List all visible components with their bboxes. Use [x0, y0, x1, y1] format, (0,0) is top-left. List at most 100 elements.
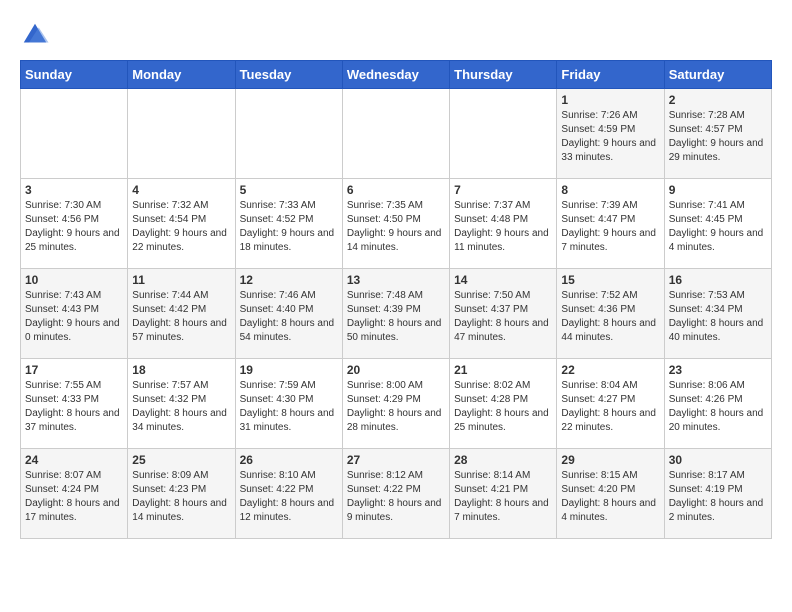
calendar-cell: 20 Sunrise: 8:00 AM Sunset: 4:29 PM Dayli… — [342, 359, 449, 449]
day-info: Sunrise: 7:35 AM Sunset: 4:50 PM Dayligh… — [347, 199, 445, 255]
day-number: 10 — [25, 273, 123, 287]
calendar-cell: 16 Sunrise: 7:53 AM Sunset: 4:34 PM Dayli… — [664, 269, 771, 359]
day-info: Sunrise: 8:10 AM Sunset: 4:22 PM Dayligh… — [240, 469, 338, 525]
calendar-cell: 10 Sunrise: 7:43 AM Sunset: 4:43 PM Dayli… — [21, 269, 128, 359]
calendar-week-4: 17 Sunrise: 7:55 AM Sunset: 4:33 PM Dayli… — [21, 359, 772, 449]
calendar-cell: 25 Sunrise: 8:09 AM Sunset: 4:23 PM Dayli… — [128, 449, 235, 539]
day-number: 8 — [561, 183, 659, 197]
calendar-week-3: 10 Sunrise: 7:43 AM Sunset: 4:43 PM Dayli… — [21, 269, 772, 359]
day-number: 14 — [454, 273, 552, 287]
calendar-cell: 2 Sunrise: 7:28 AM Sunset: 4:57 PM Daylig… — [664, 89, 771, 179]
calendar-cell: 11Sunrise: 7:44 AM Sunset: 4:42 PM Dayli… — [128, 269, 235, 359]
day-info: Sunrise: 8:09 AM Sunset: 4:23 PM Dayligh… — [132, 469, 230, 525]
calendar-cell: 29 Sunrise: 8:15 AM Sunset: 4:20 PM Dayli… — [557, 449, 664, 539]
day-info: Sunrise: 8:07 AM Sunset: 4:24 PM Dayligh… — [25, 469, 123, 525]
calendar-cell: 18Sunrise: 7:57 AM Sunset: 4:32 PM Dayli… — [128, 359, 235, 449]
day-number: 26 — [240, 453, 338, 467]
day-number: 19 — [240, 363, 338, 377]
logo — [20, 20, 56, 50]
day-number: 15 — [561, 273, 659, 287]
calendar-header: SundayMondayTuesdayWednesdayThursdayFrid… — [21, 61, 772, 89]
day-info: Sunrise: 7:50 AM Sunset: 4:37 PM Dayligh… — [454, 289, 552, 345]
calendar-body: 1 Sunrise: 7:26 AM Sunset: 4:59 PM Daylig… — [21, 89, 772, 539]
day-info: Sunrise: 7:46 AM Sunset: 4:40 PM Dayligh… — [240, 289, 338, 345]
day-info: Sunrise: 7:30 AM Sunset: 4:56 PM Dayligh… — [25, 199, 123, 255]
day-number: 23 — [669, 363, 767, 377]
day-info: Sunrise: 7:28 AM Sunset: 4:57 PM Dayligh… — [669, 109, 767, 165]
weekday-header-sunday: Sunday — [21, 61, 128, 89]
day-number: 7 — [454, 183, 552, 197]
calendar-cell: 4Sunrise: 7:32 AM Sunset: 4:54 PM Daylig… — [128, 179, 235, 269]
weekday-header-thursday: Thursday — [450, 61, 557, 89]
day-info: Sunrise: 7:39 AM Sunset: 4:47 PM Dayligh… — [561, 199, 659, 255]
calendar-cell — [21, 89, 128, 179]
day-info: Sunrise: 8:15 AM Sunset: 4:20 PM Dayligh… — [561, 469, 659, 525]
calendar-cell: 15 Sunrise: 7:52 AM Sunset: 4:36 PM Dayli… — [557, 269, 664, 359]
calendar-cell: 24 Sunrise: 8:07 AM Sunset: 4:24 PM Dayli… — [21, 449, 128, 539]
calendar-cell: 6 Sunrise: 7:35 AM Sunset: 4:50 PM Daylig… — [342, 179, 449, 269]
logo-icon — [20, 20, 50, 50]
day-info: Sunrise: 7:32 AM Sunset: 4:54 PM Dayligh… — [132, 199, 230, 255]
day-info: Sunrise: 7:59 AM Sunset: 4:30 PM Dayligh… — [240, 379, 338, 435]
calendar-cell: 5 Sunrise: 7:33 AM Sunset: 4:52 PM Daylig… — [235, 179, 342, 269]
weekday-header-tuesday: Tuesday — [235, 61, 342, 89]
calendar-cell: 12 Sunrise: 7:46 AM Sunset: 4:40 PM Dayli… — [235, 269, 342, 359]
day-number: 13 — [347, 273, 445, 287]
day-number: 21 — [454, 363, 552, 377]
day-number: 12 — [240, 273, 338, 287]
calendar-cell: 17 Sunrise: 7:55 AM Sunset: 4:33 PM Dayli… — [21, 359, 128, 449]
day-info: Sunrise: 8:14 AM Sunset: 4:21 PM Dayligh… — [454, 469, 552, 525]
day-info: Sunrise: 8:02 AM Sunset: 4:28 PM Dayligh… — [454, 379, 552, 435]
calendar-cell: 3 Sunrise: 7:30 AM Sunset: 4:56 PM Daylig… — [21, 179, 128, 269]
calendar-cell: 7 Sunrise: 7:37 AM Sunset: 4:48 PM Daylig… — [450, 179, 557, 269]
calendar-table: SundayMondayTuesdayWednesdayThursdayFrid… — [20, 60, 772, 539]
calendar-week-5: 24 Sunrise: 8:07 AM Sunset: 4:24 PM Dayli… — [21, 449, 772, 539]
day-info: Sunrise: 7:33 AM Sunset: 4:52 PM Dayligh… — [240, 199, 338, 255]
calendar-cell: 26 Sunrise: 8:10 AM Sunset: 4:22 PM Dayli… — [235, 449, 342, 539]
weekday-header-saturday: Saturday — [664, 61, 771, 89]
day-info: Sunrise: 8:06 AM Sunset: 4:26 PM Dayligh… — [669, 379, 767, 435]
day-info: Sunrise: 7:26 AM Sunset: 4:59 PM Dayligh… — [561, 109, 659, 165]
day-info: Sunrise: 7:37 AM Sunset: 4:48 PM Dayligh… — [454, 199, 552, 255]
calendar-cell — [128, 89, 235, 179]
day-number: 6 — [347, 183, 445, 197]
day-number: 9 — [669, 183, 767, 197]
day-number: 3 — [25, 183, 123, 197]
day-number: 24 — [25, 453, 123, 467]
weekday-header-friday: Friday — [557, 61, 664, 89]
day-info: Sunrise: 8:12 AM Sunset: 4:22 PM Dayligh… — [347, 469, 445, 525]
day-info: Sunrise: 8:17 AM Sunset: 4:19 PM Dayligh… — [669, 469, 767, 525]
weekday-header-row: SundayMondayTuesdayWednesdayThursdayFrid… — [21, 61, 772, 89]
day-number: 2 — [669, 93, 767, 107]
day-number: 28 — [454, 453, 552, 467]
calendar-week-2: 3 Sunrise: 7:30 AM Sunset: 4:56 PM Daylig… — [21, 179, 772, 269]
day-number: 30 — [669, 453, 767, 467]
calendar-cell: 13Sunrise: 7:48 AM Sunset: 4:39 PM Dayli… — [342, 269, 449, 359]
day-number: 20 — [347, 363, 445, 377]
day-info: Sunrise: 7:52 AM Sunset: 4:36 PM Dayligh… — [561, 289, 659, 345]
day-number: 5 — [240, 183, 338, 197]
day-number: 29 — [561, 453, 659, 467]
weekday-header-monday: Monday — [128, 61, 235, 89]
day-info: Sunrise: 7:55 AM Sunset: 4:33 PM Dayligh… — [25, 379, 123, 435]
day-number: 17 — [25, 363, 123, 377]
day-number: 27 — [347, 453, 445, 467]
day-number: 11 — [132, 273, 230, 287]
day-info: Sunrise: 7:53 AM Sunset: 4:34 PM Dayligh… — [669, 289, 767, 345]
day-info: Sunrise: 7:43 AM Sunset: 4:43 PM Dayligh… — [25, 289, 123, 345]
day-number: 1 — [561, 93, 659, 107]
calendar-cell: 19 Sunrise: 7:59 AM Sunset: 4:30 PM Dayli… — [235, 359, 342, 449]
calendar-cell: 22Sunrise: 8:04 AM Sunset: 4:27 PM Dayli… — [557, 359, 664, 449]
calendar-cell: 9Sunrise: 7:41 AM Sunset: 4:45 PM Daylig… — [664, 179, 771, 269]
day-info: Sunrise: 8:00 AM Sunset: 4:29 PM Dayligh… — [347, 379, 445, 435]
calendar-cell: 14 Sunrise: 7:50 AM Sunset: 4:37 PM Dayli… — [450, 269, 557, 359]
weekday-header-wednesday: Wednesday — [342, 61, 449, 89]
calendar-cell: 30 Sunrise: 8:17 AM Sunset: 4:19 PM Dayli… — [664, 449, 771, 539]
calendar-cell: 27 Sunrise: 8:12 AM Sunset: 4:22 PM Dayli… — [342, 449, 449, 539]
day-number: 16 — [669, 273, 767, 287]
calendar-cell — [450, 89, 557, 179]
day-number: 25 — [132, 453, 230, 467]
calendar-cell: 8 Sunrise: 7:39 AM Sunset: 4:47 PM Daylig… — [557, 179, 664, 269]
day-number: 22 — [561, 363, 659, 377]
calendar-cell — [342, 89, 449, 179]
